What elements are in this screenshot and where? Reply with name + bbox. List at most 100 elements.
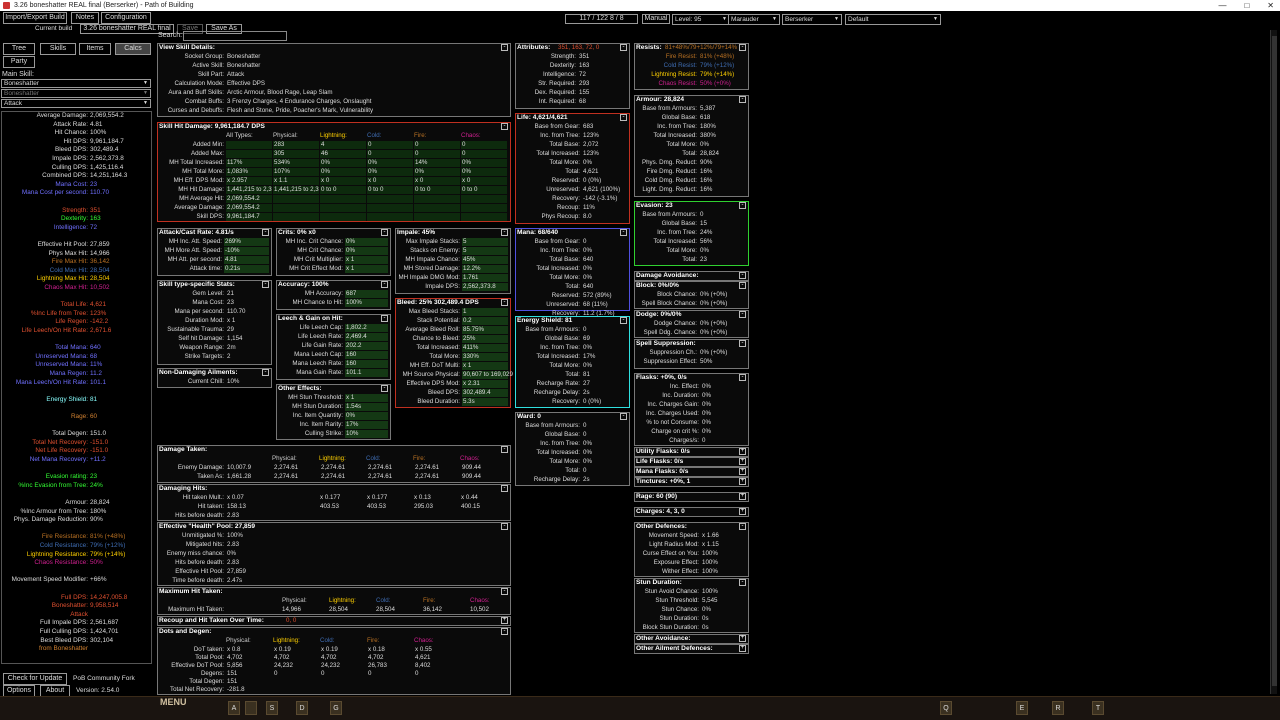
collapse-toggle-icon[interactable]: - bbox=[620, 413, 627, 420]
minimize-icon[interactable]: — bbox=[1218, 0, 1226, 11]
level-dropdown[interactable]: Level: 95 bbox=[672, 14, 730, 25]
stat-label: Base from Armours: bbox=[642, 105, 697, 112]
close-icon[interactable]: ✕ bbox=[1267, 0, 1274, 11]
skill-slot-icon[interactable]: Q bbox=[940, 701, 952, 715]
collapse-toggle-icon[interactable]: - bbox=[501, 628, 508, 635]
stat-row: Mana Gain Rate: 101.1 bbox=[277, 369, 390, 377]
expand-toggle-icon[interactable]: + bbox=[739, 635, 746, 642]
collapse-toggle-icon[interactable]: - bbox=[739, 311, 746, 318]
collapse-toggle-icon[interactable]: - bbox=[501, 523, 508, 530]
skill-slot-icon[interactable]: G bbox=[330, 701, 342, 715]
collapse-toggle-icon[interactable]: - bbox=[620, 44, 627, 51]
collapse-toggle-icon[interactable]: - bbox=[381, 281, 388, 288]
stat-row: MH Inc. Att. Speed: 269% bbox=[158, 238, 271, 246]
other-ailment-panel: Other Ailment Defences: + bbox=[634, 644, 749, 654]
stat-label: Global Base: bbox=[544, 335, 580, 342]
collapse-toggle-icon[interactable]: - bbox=[620, 229, 627, 236]
expand-toggle-icon[interactable]: + bbox=[739, 493, 746, 500]
collapse-toggle-icon[interactable]: - bbox=[739, 272, 746, 279]
stat-label: Sustainable Trauma: bbox=[167, 326, 224, 333]
skill-mode-dropdown[interactable]: Attack bbox=[1, 99, 151, 108]
cell-value bbox=[460, 512, 506, 520]
maximize-icon[interactable]: □ bbox=[1244, 0, 1249, 11]
expand-toggle-icon[interactable]: + bbox=[739, 468, 746, 475]
stat-label: Life Leech Cap: bbox=[299, 324, 343, 331]
column-header: Cold: bbox=[366, 455, 381, 462]
collapse-toggle-icon[interactable]: - bbox=[381, 315, 388, 322]
collapse-toggle-icon[interactable]: - bbox=[501, 229, 508, 236]
stat-value: 1,424,701 bbox=[90, 628, 119, 635]
skill-slot-icon[interactable]: E bbox=[1016, 701, 1028, 715]
import-export-button[interactable]: Import/Export Build bbox=[3, 12, 67, 24]
expand-toggle-icon[interactable]: + bbox=[739, 448, 746, 455]
stat-label: Total More: bbox=[666, 247, 697, 254]
flasks-panel: Flasks: +0%, 0/s - Inc. Effect: 0% Inc. Dura… bbox=[634, 373, 749, 446]
collapse-toggle-icon[interactable]: - bbox=[620, 317, 627, 324]
collapse-toggle-icon[interactable]: - bbox=[501, 299, 508, 306]
collapse-toggle-icon[interactable]: - bbox=[381, 385, 388, 392]
collapse-toggle-icon[interactable]: - bbox=[501, 588, 508, 595]
collapse-toggle-icon[interactable]: - bbox=[501, 44, 508, 51]
collapse-toggle-icon[interactable]: - bbox=[739, 579, 746, 586]
cell-value: x 0.18 bbox=[368, 646, 385, 653]
collapse-toggle-icon[interactable]: - bbox=[501, 485, 508, 492]
notes-button[interactable]: Notes bbox=[71, 12, 99, 24]
stat-label: MH Inc. Crit Chance: bbox=[285, 238, 343, 245]
skill-slot-icon[interactable]: R bbox=[1052, 701, 1064, 715]
collapse-toggle-icon[interactable]: - bbox=[262, 229, 269, 236]
skill-slot-icon[interactable]: D bbox=[296, 701, 308, 715]
collapse-toggle-icon[interactable]: - bbox=[739, 282, 746, 289]
expand-toggle-icon[interactable]: + bbox=[501, 617, 508, 624]
impale-panel: Impale: 45% - Max Impale Stacks: 5 Stacks on… bbox=[395, 228, 511, 294]
damage-avoid-panel-title: Damage Avoidance: bbox=[636, 272, 699, 279]
menu-label[interactable]: MENU bbox=[160, 697, 187, 707]
cell-value: 909.44 bbox=[462, 473, 481, 480]
expand-toggle-icon[interactable]: + bbox=[739, 508, 746, 515]
collapse-toggle-icon[interactable]: - bbox=[739, 202, 746, 209]
check-update-button[interactable]: Check for Update bbox=[3, 673, 67, 685]
cell-value: 28,504 bbox=[329, 606, 348, 613]
collapse-toggle-icon[interactable]: - bbox=[262, 369, 269, 376]
configuration-button[interactable]: Configuration bbox=[101, 12, 151, 24]
config-set-dropdown[interactable]: Default bbox=[845, 14, 941, 25]
collapse-toggle-icon[interactable]: - bbox=[501, 446, 508, 453]
main-skill-dropdown[interactable]: Boneshatter bbox=[1, 79, 151, 88]
sub-skill-dropdown[interactable]: Boneshatter bbox=[1, 89, 151, 98]
skill-slot-icon[interactable] bbox=[245, 701, 257, 715]
stat-row: Light. Dmg. Reduct: 16% bbox=[635, 186, 748, 194]
expand-toggle-icon[interactable]: + bbox=[739, 478, 746, 485]
collapse-toggle-icon[interactable]: - bbox=[501, 123, 508, 130]
row-label: Enemy Damage: bbox=[177, 464, 224, 471]
class-dropdown[interactable]: Marauder bbox=[728, 14, 780, 25]
stat-value: 10,502 bbox=[90, 284, 110, 291]
sidebar-stat-row: Full Impale DPS: 2,561,687 bbox=[0, 619, 154, 626]
search-input[interactable] bbox=[183, 31, 287, 41]
stat-label: Light. Dmg. Reduct: bbox=[642, 186, 697, 193]
collapse-toggle-icon[interactable]: - bbox=[739, 374, 746, 381]
collapse-toggle-icon[interactable]: - bbox=[262, 281, 269, 288]
expand-toggle-icon[interactable]: + bbox=[739, 645, 746, 652]
stat-row: Stacks on Enemy: 5 bbox=[396, 247, 510, 255]
skill-slot-icon[interactable]: T bbox=[1092, 701, 1104, 715]
collapse-toggle-icon[interactable]: - bbox=[739, 44, 746, 51]
skill-slot-icon[interactable]: A bbox=[228, 701, 240, 715]
collapse-toggle-icon[interactable]: - bbox=[620, 114, 627, 121]
vertical-scrollbar[interactable] bbox=[1270, 30, 1277, 694]
collapse-toggle-icon[interactable]: - bbox=[739, 340, 746, 347]
scrollbar-thumb[interactable] bbox=[1272, 36, 1277, 686]
stat-row: Skill Part: Attack bbox=[158, 71, 510, 79]
stat-value: 0% bbox=[702, 392, 711, 399]
main-skill-label: Main Skill: bbox=[2, 71, 34, 78]
stat-value: 0 bbox=[700, 211, 704, 218]
stat-value: 28,504 bbox=[90, 266, 110, 274]
cell-value: 4,702 bbox=[227, 654, 243, 661]
collapse-toggle-icon[interactable]: - bbox=[739, 523, 746, 530]
skill-slot-icon[interactable]: S bbox=[266, 701, 278, 715]
collapse-toggle-icon[interactable]: - bbox=[739, 96, 746, 103]
expand-toggle-icon[interactable]: + bbox=[739, 458, 746, 465]
collapse-toggle-icon[interactable]: - bbox=[381, 229, 388, 236]
accuracy-panel: Accuracy: 100% - MH Accuracy: 687 MH Chance … bbox=[276, 280, 391, 310]
ascendancy-dropdown[interactable]: Berserker bbox=[782, 14, 842, 25]
manual-button[interactable]: Manual bbox=[642, 14, 670, 24]
stat-label: Total Increased: bbox=[536, 449, 580, 456]
